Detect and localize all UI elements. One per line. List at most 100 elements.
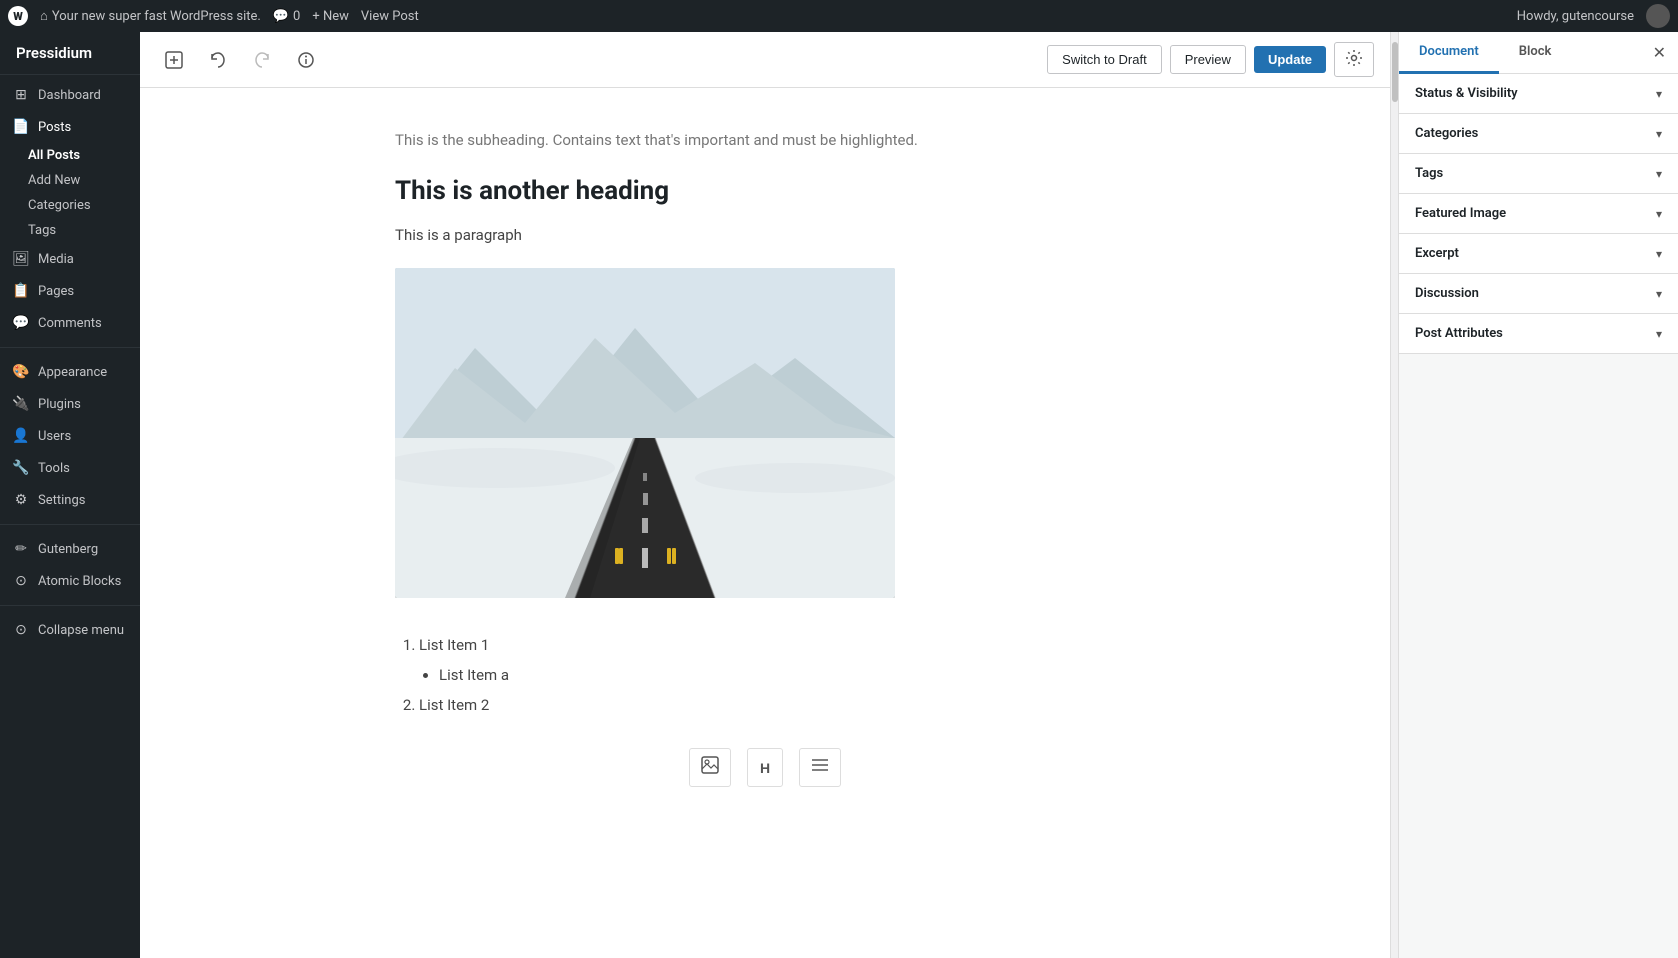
panel-section-post-attributes[interactable]: Post Attributes ▾ <box>1399 314 1678 354</box>
sidebar-item-gutenberg[interactable]: ✏ Gutenberg <box>0 533 140 565</box>
plugins-icon: 🔌 <box>12 396 30 412</box>
panel-section-discussion[interactable]: Discussion ▾ <box>1399 274 1678 314</box>
chevron-down-icon: ▾ <box>1656 127 1662 141</box>
editor-scrollbar[interactable] <box>1390 32 1398 958</box>
chevron-down-icon: ▾ <box>1656 327 1662 341</box>
admin-bar-new[interactable]: + New <box>312 9 349 24</box>
sidebar-item-label: Pages <box>38 284 74 299</box>
admin-bar-view-post[interactable]: View Post <box>361 9 419 24</box>
sidebar-subitem-categories[interactable]: Categories <box>0 193 140 218</box>
comments-icon: 💬 <box>273 9 289 24</box>
posts-icon: 📄 <box>12 119 30 135</box>
comments-icon: 💬 <box>12 315 30 331</box>
sidebar-item-label: Tools <box>38 461 70 476</box>
sidebar-item-label: Plugins <box>38 397 81 412</box>
collapse-label: Collapse menu <box>38 623 124 638</box>
home-icon: ⌂ <box>40 8 48 24</box>
panel-section-categories[interactable]: Categories ▾ <box>1399 114 1678 154</box>
switch-to-draft-button[interactable]: Switch to Draft <box>1047 45 1162 74</box>
sidebar-item-posts[interactable]: 📄 Posts <box>0 111 140 143</box>
panel-section-featured-image[interactable]: Featured Image ▾ <box>1399 194 1678 234</box>
sidebar-item-settings[interactable]: ⚙ Settings <box>0 484 140 516</box>
editor-toolbar: Switch to Draft Preview Update <box>140 32 1390 88</box>
panel-close-button[interactable]: ✕ <box>1641 35 1678 70</box>
panel-tabs: Document Block ✕ <box>1399 32 1678 74</box>
admin-bar-site[interactable]: ⌂ Your new super fast WordPress site. <box>40 8 261 24</box>
admin-bar-comments[interactable]: 💬 0 <box>273 9 301 24</box>
content-image[interactable] <box>395 268 895 598</box>
sidebar-item-plugins[interactable]: 🔌 Plugins <box>0 388 140 420</box>
sidebar-item-label: Media <box>38 252 74 267</box>
sidebar-subitem-all-posts[interactable]: All Posts <box>0 143 140 168</box>
right-panel: Document Block ✕ Status & Visibility ▾ C… <box>1398 32 1678 958</box>
admin-bar: W ⌂ Your new super fast WordPress site. … <box>0 0 1678 32</box>
sidebar-item-appearance[interactable]: 🎨 Appearance <box>0 356 140 388</box>
editor-content[interactable]: This is the subheading. Contains text th… <box>140 88 1390 958</box>
collapse-icon: ⊙ <box>12 622 30 638</box>
users-icon: 👤 <box>12 428 30 444</box>
settings-icon: ⚙ <box>12 492 30 508</box>
list-item[interactable]: List Item 1 List Item a <box>419 630 1135 690</box>
sidebar-item-pages[interactable]: 📋 Pages <box>0 275 140 307</box>
sidebar-item-label: Atomic Blocks <box>38 574 121 589</box>
sidebar-item-label: Users <box>38 429 71 444</box>
block-tool-heading[interactable]: H <box>747 748 783 787</box>
sidebar-subitem-tags[interactable]: Tags <box>0 218 140 243</box>
sidebar-item-users[interactable]: 👤 Users <box>0 420 140 452</box>
sidebar-brand: Pressidium <box>0 32 140 75</box>
content-paragraph[interactable]: This is a paragraph <box>395 226 1135 244</box>
sidebar-item-label: Posts <box>38 120 71 135</box>
new-label: + New <box>312 9 349 24</box>
tab-block[interactable]: Block <box>1499 32 1572 74</box>
sidebar: Pressidium ⊞ Dashboard 📄 Posts All Posts… <box>0 32 140 958</box>
list-item[interactable]: List Item a <box>439 660 1135 690</box>
sidebar-item-dashboard[interactable]: ⊞ Dashboard <box>0 79 140 111</box>
dashboard-icon: ⊞ <box>12 87 30 103</box>
undo-button[interactable] <box>200 44 236 76</box>
tab-document[interactable]: Document <box>1399 32 1499 74</box>
atomic-blocks-icon: ⊙ <box>12 573 30 589</box>
preview-button[interactable]: Preview <box>1170 45 1246 74</box>
view-post-label: View Post <box>361 9 419 24</box>
sidebar-item-comments[interactable]: 💬 Comments <box>0 307 140 339</box>
sidebar-collapse-menu[interactable]: ⊙ Collapse menu <box>0 614 140 646</box>
sidebar-item-atomic-blocks[interactable]: ⊙ Atomic Blocks <box>0 565 140 597</box>
content-subheading: This is the subheading. Contains text th… <box>395 128 1135 152</box>
sidebar-item-label: Settings <box>38 493 85 508</box>
block-tool-list[interactable] <box>799 748 841 787</box>
content-heading[interactable]: This is another heading <box>395 176 1135 206</box>
chevron-down-icon: ▾ <box>1656 207 1662 221</box>
sidebar-item-label: Gutenberg <box>38 542 98 557</box>
content-list[interactable]: List Item 1 List Item a List Item 2 <box>395 630 1135 720</box>
user-avatar[interactable] <box>1646 4 1670 28</box>
panel-section-tags[interactable]: Tags ▾ <box>1399 154 1678 194</box>
media-icon: 🖼 <box>12 251 30 267</box>
sidebar-item-label: Dashboard <box>38 88 101 103</box>
block-tool-image[interactable] <box>689 748 731 787</box>
pages-icon: 📋 <box>12 283 30 299</box>
sidebar-subitem-add-new[interactable]: Add New <box>0 168 140 193</box>
add-block-button[interactable] <box>156 44 192 76</box>
tools-icon: 🔧 <box>12 460 30 476</box>
update-button[interactable]: Update <box>1254 46 1326 73</box>
site-name: Your new super fast WordPress site. <box>52 9 261 24</box>
info-button[interactable] <box>288 44 324 76</box>
panel-content: Status & Visibility ▾ Categories ▾ Tags … <box>1399 74 1678 958</box>
sidebar-item-label: Comments <box>38 316 102 331</box>
chevron-down-icon: ▾ <box>1656 87 1662 101</box>
editor-area: Switch to Draft Preview Update This is t… <box>140 32 1390 958</box>
list-item[interactable]: List Item 2 <box>419 690 1135 720</box>
sidebar-item-tools[interactable]: 🔧 Tools <box>0 452 140 484</box>
settings-button[interactable] <box>1334 42 1374 77</box>
howdy-label: Howdy, gutencourse <box>1517 9 1634 24</box>
panel-section-excerpt[interactable]: Excerpt ▾ <box>1399 234 1678 274</box>
chevron-down-icon: ▾ <box>1656 247 1662 261</box>
appearance-icon: 🎨 <box>12 364 30 380</box>
redo-button[interactable] <box>244 44 280 76</box>
block-toolbar: H <box>395 736 1135 799</box>
panel-section-status-visibility[interactable]: Status & Visibility ▾ <box>1399 74 1678 114</box>
sidebar-item-media[interactable]: 🖼 Media <box>0 243 140 275</box>
chevron-down-icon: ▾ <box>1656 287 1662 301</box>
sidebar-item-label: Appearance <box>38 365 107 380</box>
wp-logo-icon[interactable]: W <box>8 6 28 26</box>
